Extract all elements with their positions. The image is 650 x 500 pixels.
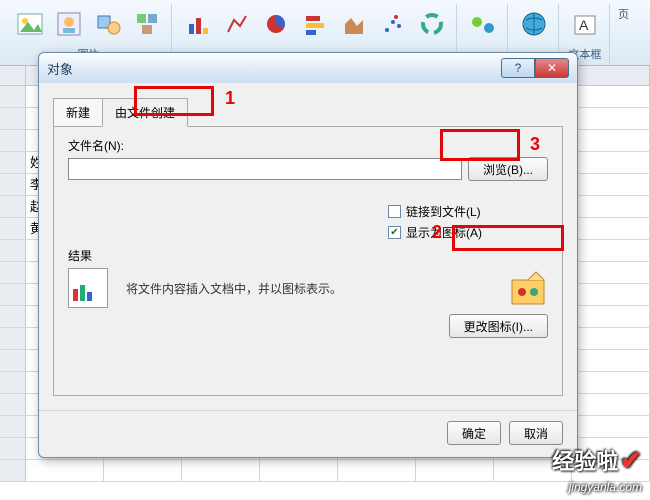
checkbox-asicon[interactable]: ✔ bbox=[388, 226, 401, 239]
display-as-icon-label: 显示为图标(A) bbox=[406, 224, 482, 241]
dialog-actions: 确定 取消 bbox=[39, 410, 577, 457]
scatter-chart-icon[interactable] bbox=[375, 4, 411, 44]
change-icon-button[interactable]: 更改图标(I)... bbox=[449, 314, 548, 338]
clipart-icon[interactable] bbox=[51, 4, 87, 44]
other-chart-icon[interactable] bbox=[414, 4, 450, 44]
tab-panel: 文件名(N): 浏览(B)... 链接到文件(L) ✔ 显示为图标(A) 结果 bbox=[53, 126, 563, 396]
browse-button[interactable]: 浏览(B)... bbox=[468, 157, 548, 181]
column-chart-icon[interactable] bbox=[180, 4, 216, 44]
filename-input[interactable] bbox=[68, 158, 462, 180]
dialog-title: 对象 bbox=[47, 59, 501, 78]
checkbox-link[interactable] bbox=[388, 205, 401, 218]
picture-icon[interactable] bbox=[12, 4, 48, 44]
result-preview-icon bbox=[68, 268, 108, 308]
col-header[interactable] bbox=[572, 66, 650, 85]
textbox-icon[interactable]: A bbox=[567, 4, 603, 44]
bar-chart-icon[interactable] bbox=[297, 4, 333, 44]
hyperlink-icon[interactable] bbox=[516, 4, 552, 44]
watermark: 经验啦 ✔ jingyanla.com bbox=[552, 444, 642, 494]
pie-chart-icon[interactable] bbox=[258, 4, 294, 44]
watermark-url: jingyanla.com bbox=[569, 480, 642, 494]
result-label: 结果 bbox=[68, 247, 548, 264]
smartart-icon[interactable] bbox=[129, 4, 165, 44]
svg-text:A: A bbox=[579, 17, 589, 33]
display-as-icon-row[interactable]: ✔ 显示为图标(A) bbox=[388, 224, 548, 241]
ribbon-group-page: 页 bbox=[612, 4, 635, 64]
line-chart-icon[interactable] bbox=[219, 4, 255, 44]
shapes-icon[interactable] bbox=[90, 4, 126, 44]
watermark-text: 经验啦 bbox=[552, 444, 618, 476]
result-section: 结果 将文件内容插入文档中，并以图标表示。 更改图标(I)... bbox=[68, 247, 548, 338]
link-to-file-label: 链接到文件(L) bbox=[406, 203, 481, 220]
package-icon bbox=[508, 268, 548, 308]
help-button[interactable]: ? bbox=[501, 58, 535, 78]
tab-from-file[interactable]: 由文件创建 bbox=[102, 98, 188, 127]
watermark-check-icon: ✔ bbox=[620, 445, 642, 476]
object-dialog: 对象 ? ✕ 新建 由文件创建 文件名(N): 浏览(B)... 链接到文件(L… bbox=[38, 52, 578, 458]
cancel-button[interactable]: 取消 bbox=[509, 421, 563, 445]
filename-label: 文件名(N): bbox=[68, 137, 548, 154]
dialog-titlebar[interactable]: 对象 ? ✕ bbox=[39, 53, 577, 83]
link-to-file-row[interactable]: 链接到文件(L) bbox=[388, 203, 548, 220]
area-chart-icon[interactable] bbox=[336, 4, 372, 44]
close-button[interactable]: ✕ bbox=[535, 58, 569, 78]
ok-button[interactable]: 确定 bbox=[447, 421, 501, 445]
dialog-tabs: 新建 由文件创建 bbox=[53, 97, 563, 126]
result-text: 将文件内容插入文档中，并以图标表示。 bbox=[126, 280, 342, 297]
sparkline-icon[interactable] bbox=[465, 4, 501, 44]
ribbon-label-page: 页 bbox=[618, 6, 629, 22]
tab-new[interactable]: 新建 bbox=[53, 98, 102, 127]
